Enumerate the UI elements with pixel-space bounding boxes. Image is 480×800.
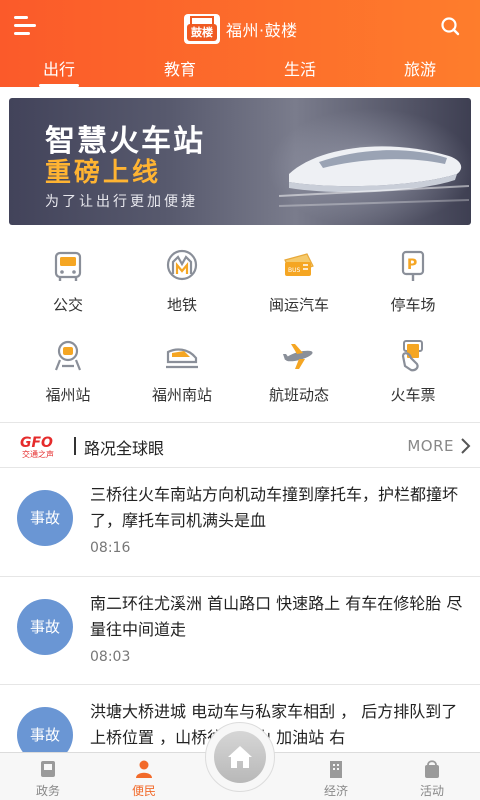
more-link[interactable]: MORE xyxy=(407,437,454,455)
accident-badge: 事故 xyxy=(17,490,73,546)
station-icon xyxy=(54,340,82,371)
service-flight-status[interactable]: 航班动态 xyxy=(239,328,359,418)
building-icon xyxy=(330,761,342,778)
service-minyun-bus[interactable]: BUS 闽运汽车 xyxy=(239,238,359,328)
high-speed-train-icon xyxy=(166,348,198,369)
service-train-ticket[interactable]: 火车票 xyxy=(353,328,473,418)
service-grid: 公交 地铁 BUS 闽运汽车 P 停车场 福州站 福州南站 航班动态 火车票 xyxy=(0,238,480,418)
home-icon xyxy=(228,746,252,768)
bus-icon xyxy=(54,251,82,281)
service-fuzhou-station[interactable]: 福州站 xyxy=(8,328,128,418)
category-tabs: 出行 教育 生活 旅游 xyxy=(0,56,480,87)
tab-shenghuo[interactable]: 生活 xyxy=(260,56,340,87)
divider xyxy=(0,422,480,423)
svg-text:交通之声: 交通之声 xyxy=(22,449,54,459)
news-time: 08:16 xyxy=(90,540,131,556)
news-text: 洪塘大桥进城 电动车与私家车相刮 ， 后方排队到了上桥位置 ，山桥往妙峰山 加油… xyxy=(90,702,458,747)
section-title: 路况全球眼 xyxy=(84,439,165,458)
nav-bianmin[interactable]: 便民 xyxy=(96,753,192,800)
tab-chuxing[interactable]: 出行 xyxy=(19,56,99,87)
tab-lvyou[interactable]: 旅游 xyxy=(380,56,460,87)
tab-jiaoyu[interactable]: 教育 xyxy=(140,56,220,87)
news-item[interactable]: 事故 南二环往尤溪洲 首山路口 快速路上 有车在修轮胎 尽量往中间道走 08:0… xyxy=(0,576,480,684)
home-button[interactable] xyxy=(205,722,275,792)
city-title: 福州·鼓楼 xyxy=(226,21,298,40)
svg-text:GFO: GFO xyxy=(20,435,53,451)
svg-text:P: P xyxy=(407,257,417,273)
section-divider-bar xyxy=(74,437,76,455)
brand: 鼓楼 福州·鼓楼 xyxy=(184,14,298,44)
bag-icon xyxy=(425,760,439,778)
person-icon xyxy=(136,760,152,778)
news-text: 南二环往尤溪洲 首山路口 快速路上 有车在修轮胎 尽量往中间道走 xyxy=(90,594,463,639)
news-item[interactable]: 事故 三桥往火车南站方向机动车撞到摩托车，护栏都撞坏了，摩托车司机满头是血 08… xyxy=(0,467,480,575)
service-fuzhou-south-station[interactable]: 福州南站 xyxy=(122,328,242,418)
metro-icon xyxy=(166,249,198,281)
app-header: 鼓楼 福州·鼓楼 出行 教育 生活 旅游 xyxy=(0,0,480,87)
nav-jingji[interactable]: 经济 xyxy=(288,753,384,800)
banner-tagline: 为了让出行更加便捷 xyxy=(45,194,198,210)
train-ticket-icon xyxy=(401,340,423,372)
service-bus[interactable]: 公交 xyxy=(8,238,128,328)
bus-ticket-icon: BUS xyxy=(284,253,314,276)
svg-text:BUS: BUS xyxy=(288,267,301,274)
train-image xyxy=(279,146,469,207)
government-icon xyxy=(41,761,55,777)
banner-subheadline: 重磅上线 xyxy=(45,158,162,188)
traffic-section-header: GFO 交通之声 路况全球眼 MORE xyxy=(0,425,480,467)
logo: 鼓楼 xyxy=(184,14,220,44)
search-icon[interactable] xyxy=(440,16,460,36)
airplane-icon xyxy=(283,344,313,369)
menu-icon[interactable] xyxy=(14,16,36,36)
nav-huodong[interactable]: 活动 xyxy=(384,753,480,800)
service-metro[interactable]: 地铁 xyxy=(122,238,242,328)
service-parking[interactable]: P 停车场 xyxy=(353,238,473,328)
nav-zhengwu[interactable]: 政务 xyxy=(0,753,96,800)
parking-icon: P xyxy=(401,250,425,281)
promo-banner[interactable]: 智慧火车站 重磅上线 为了让出行更加便捷 xyxy=(9,98,471,225)
accident-badge: 事故 xyxy=(17,599,73,655)
traffic-voice-logo: GFO 交通之声 xyxy=(20,435,66,459)
news-text: 三桥往火车南站方向机动车撞到摩托车，护栏都撞坏了，摩托车司机满头是血 xyxy=(90,485,459,530)
news-time: 08:03 xyxy=(90,649,131,665)
chevron-right-icon[interactable] xyxy=(458,437,472,455)
